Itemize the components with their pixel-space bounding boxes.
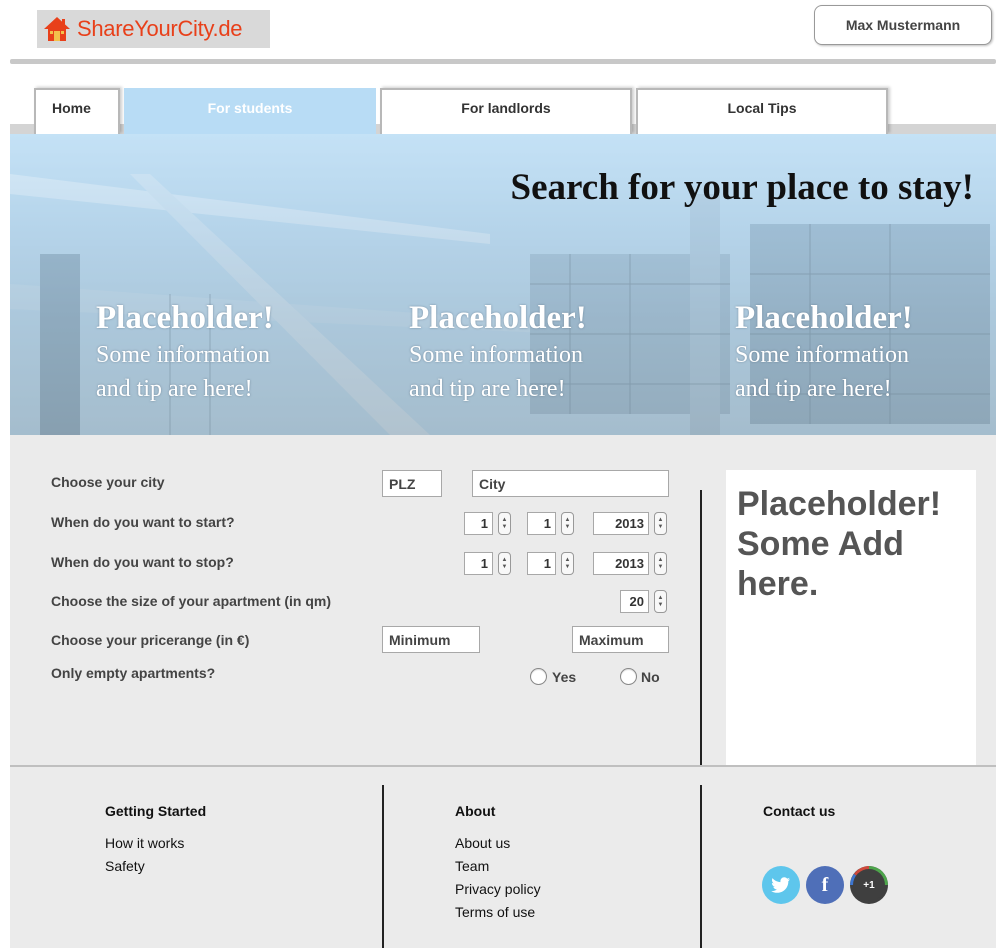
- empty-no-radio[interactable]: [620, 668, 637, 685]
- stop-label: When do you want to stop?: [51, 554, 234, 570]
- tab-local-tips[interactable]: Local Tips: [636, 88, 888, 134]
- footer: [10, 765, 996, 948]
- empty-yes-radio[interactable]: [530, 668, 547, 685]
- price-min-input[interactable]: Minimum: [382, 626, 480, 653]
- house-icon: [43, 16, 71, 42]
- down-arrow-icon: ▼: [564, 523, 571, 530]
- facebook-icon[interactable]: f: [806, 866, 844, 904]
- logo-text: ShareYourCity.de: [77, 16, 243, 41]
- size-stepper[interactable]: ▲ ▼: [654, 590, 667, 613]
- city-input[interactable]: City: [472, 470, 669, 497]
- up-arrow-icon: ▲: [657, 594, 664, 601]
- twitter-icon[interactable]: [762, 866, 800, 904]
- size-label: Choose the size of your apartment (in qm…: [51, 593, 332, 609]
- facebook-f-icon: f: [821, 873, 829, 896]
- hero-placeholder-3: Placeholder! Some information and tip ar…: [735, 298, 995, 406]
- footer-heading-getting-started: Getting Started: [105, 803, 207, 819]
- header-divider: [10, 59, 996, 64]
- footer-link-about-us[interactable]: About us: [455, 835, 510, 851]
- stop-month-stepper[interactable]: ▲ ▼: [561, 552, 574, 575]
- user-account-button[interactable]: Max Mustermann: [814, 5, 992, 45]
- up-arrow-icon: ▲: [564, 516, 571, 523]
- down-arrow-icon: ▼: [657, 523, 664, 530]
- footer-link-privacy-policy[interactable]: Privacy policy: [455, 881, 541, 897]
- footer-link-safety[interactable]: Safety: [105, 858, 145, 874]
- up-arrow-icon: ▲: [657, 516, 664, 523]
- stop-month-input[interactable]: 1: [527, 552, 556, 575]
- tab-home[interactable]: Home: [34, 88, 120, 134]
- start-label: When do you want to start?: [51, 514, 235, 530]
- up-arrow-icon: ▲: [501, 556, 508, 563]
- twitter-bird-icon: [771, 877, 790, 893]
- placeholder-text-line1: Some information: [735, 342, 909, 368]
- ad-box: Placeholder! Some Add here.: [726, 470, 976, 765]
- google-plus-icon[interactable]: +1: [850, 866, 888, 904]
- placeholder-text-line1: Some information: [409, 342, 583, 368]
- hero-placeholder-2: Placeholder! Some information and tip ar…: [409, 298, 669, 406]
- price-max-input[interactable]: Maximum: [572, 626, 669, 653]
- down-arrow-icon: ▼: [501, 563, 508, 570]
- footer-link-terms-of-use[interactable]: Terms of use: [455, 904, 535, 920]
- down-arrow-icon: ▼: [657, 601, 664, 608]
- stop-day-stepper[interactable]: ▲ ▼: [498, 552, 511, 575]
- tab-for-landlords[interactable]: For landlords: [380, 88, 632, 134]
- placeholder-title: Placeholder!: [735, 300, 913, 336]
- placeholder-text-line2: and tip are here!: [96, 376, 253, 402]
- footer-divider-1: [382, 785, 384, 948]
- ad-line-2: Some Add: [737, 525, 904, 563]
- footer-heading-contact: Contact us: [763, 803, 836, 819]
- form-divider: [700, 490, 702, 765]
- price-label: Choose your pricerange (in €): [51, 632, 250, 648]
- placeholder-text-line2: and tip are here!: [409, 376, 566, 402]
- stop-day-input[interactable]: 1: [464, 552, 493, 575]
- tab-for-students[interactable]: For students: [124, 88, 376, 134]
- empty-yes-label: Yes: [552, 669, 577, 685]
- plz-input[interactable]: PLZ: [382, 470, 442, 497]
- placeholder-title: Placeholder!: [409, 300, 587, 336]
- start-day-stepper[interactable]: ▲ ▼: [498, 512, 511, 535]
- footer-divider-2: [700, 785, 702, 948]
- hero-title: Search for your place to stay!: [510, 167, 974, 208]
- footer-link-team[interactable]: Team: [455, 858, 489, 874]
- hero-placeholder-1: Placeholder! Some information and tip ar…: [96, 298, 356, 406]
- stop-year-stepper[interactable]: ▲ ▼: [654, 552, 667, 575]
- ad-line-3: here.: [737, 565, 819, 603]
- up-arrow-icon: ▲: [657, 556, 664, 563]
- size-input[interactable]: 20: [620, 590, 649, 613]
- start-month-stepper[interactable]: ▲ ▼: [561, 512, 574, 535]
- down-arrow-icon: ▼: [657, 563, 664, 570]
- placeholder-title: Placeholder!: [96, 300, 274, 336]
- start-month-input[interactable]: 1: [527, 512, 556, 535]
- start-year-input[interactable]: 2013: [593, 512, 649, 535]
- footer-heading-about: About: [455, 803, 496, 819]
- empty-apartments-label: Only empty apartments?: [51, 665, 216, 681]
- stop-year-input[interactable]: 2013: [593, 552, 649, 575]
- ad-text: Placeholder! Some Add here.: [737, 484, 941, 604]
- google-plus-one-label: +1: [863, 879, 875, 891]
- up-arrow-icon: ▲: [564, 556, 571, 563]
- empty-no-label: No: [641, 669, 660, 685]
- site-logo[interactable]: ShareYourCity.de: [37, 10, 270, 48]
- down-arrow-icon: ▼: [501, 523, 508, 530]
- placeholder-text-line2: and tip are here!: [735, 376, 892, 402]
- start-day-input[interactable]: 1: [464, 512, 493, 535]
- city-label: Choose your city: [51, 474, 165, 490]
- footer-link-how-it-works[interactable]: How it works: [105, 835, 184, 851]
- start-year-stepper[interactable]: ▲ ▼: [654, 512, 667, 535]
- down-arrow-icon: ▼: [564, 563, 571, 570]
- placeholder-text-line1: Some information: [96, 342, 270, 368]
- ad-line-1: Placeholder!: [737, 485, 942, 523]
- hero-banner: Search for your place to stay! Placehold…: [10, 134, 996, 435]
- up-arrow-icon: ▲: [501, 516, 508, 523]
